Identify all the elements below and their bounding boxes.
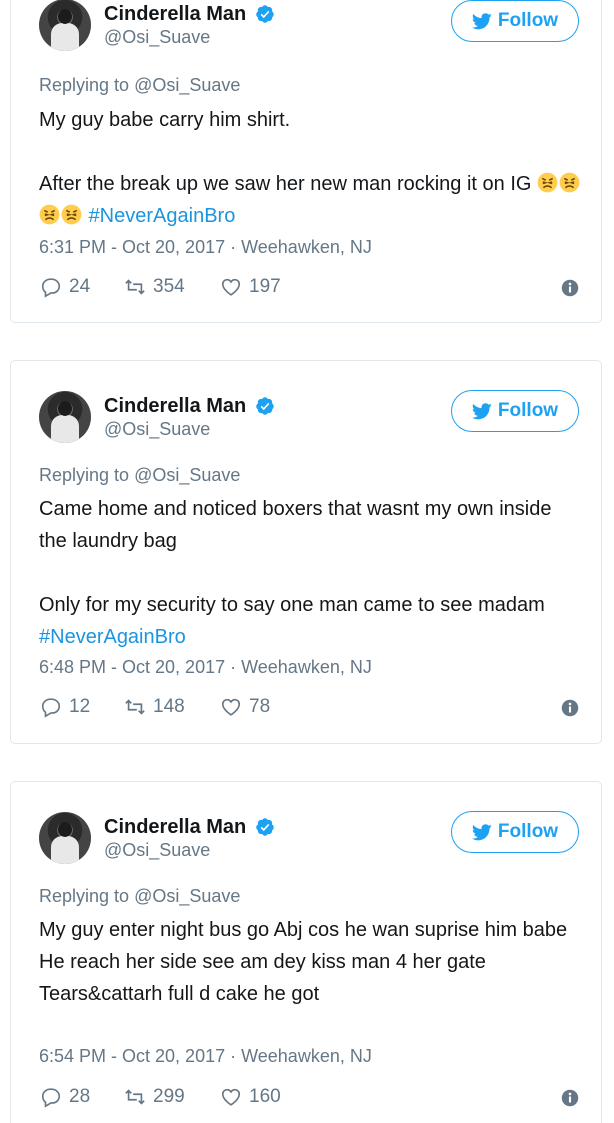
retweet-count: 299 bbox=[153, 1086, 185, 1107]
tweet-meta: 6:54 PM - Oct 20, 2017 · Weehawken, NJ bbox=[39, 1046, 372, 1066]
tweet-meta: 6:48 PM - Oct 20, 2017 · Weehawken, NJ bbox=[39, 657, 372, 677]
like-count: 78 bbox=[249, 696, 271, 717]
like-button[interactable]: 197 bbox=[219, 276, 281, 298]
tweet-text: My guy babe carry him shirt. After the b… bbox=[39, 104, 584, 232]
tweet-actions: 28 299 160 bbox=[39, 1086, 579, 1112]
twitter-bird-icon bbox=[471, 823, 492, 840]
reply-mention-link[interactable]: @Osi_Suave bbox=[134, 75, 240, 95]
reply-mention-link[interactable]: @Osi_Suave bbox=[134, 465, 240, 485]
tweet-actions: 12 148 78 bbox=[39, 696, 579, 722]
retweet-icon bbox=[125, 279, 145, 295]
tweet-actions: 24 354 197 bbox=[39, 276, 579, 302]
replying-to: Replying to @Osi_Suave bbox=[39, 75, 240, 96]
reply-icon bbox=[41, 698, 61, 718]
replying-to: Replying to @Osi_Suave bbox=[39, 465, 240, 486]
reply-count: 24 bbox=[69, 276, 91, 297]
author-name[interactable]: Cinderella Man bbox=[104, 394, 246, 418]
like-button[interactable]: 160 bbox=[219, 1086, 281, 1108]
timestamp-link[interactable]: 6:54 PM - Oct 20, 2017 bbox=[39, 1046, 225, 1066]
tweet-card: Cinderella Man @Osi_Suave Follow Replyin… bbox=[10, 0, 602, 323]
author-name[interactable]: Cinderella Man bbox=[104, 815, 246, 839]
info-icon[interactable] bbox=[561, 699, 579, 717]
location-link[interactable]: Weehawken, NJ bbox=[241, 1046, 372, 1066]
tweet-line: My guy enter night bus go Abj cos he wan… bbox=[39, 919, 568, 941]
hashtag-link[interactable]: #NeverAgainBro bbox=[39, 626, 186, 648]
like-button[interactable]: 78 bbox=[219, 696, 270, 718]
tweet-line: He reach her side see am dey kiss man 4 … bbox=[39, 951, 486, 973]
like-heart-icon bbox=[221, 698, 241, 716]
timestamp-link[interactable]: 6:48 PM - Oct 20, 2017 bbox=[39, 657, 225, 677]
verified-badge-icon bbox=[255, 818, 274, 836]
retweet-icon bbox=[125, 699, 145, 715]
reply-button[interactable]: 12 bbox=[39, 696, 90, 718]
info-icon[interactable] bbox=[561, 1089, 579, 1107]
retweet-button[interactable]: 148 bbox=[123, 696, 185, 718]
tweet-paragraph: Came home and noticed boxers that wasnt … bbox=[39, 498, 552, 552]
like-count: 160 bbox=[249, 1086, 281, 1107]
reply-icon bbox=[41, 278, 61, 298]
like-heart-icon bbox=[221, 1088, 241, 1106]
author-block[interactable]: Cinderella Man @Osi_Suave bbox=[104, 394, 275, 440]
author-block[interactable]: Cinderella Man @Osi_Suave bbox=[104, 2, 275, 48]
verified-badge-icon bbox=[255, 397, 274, 415]
follow-button[interactable]: Follow bbox=[451, 390, 579, 432]
avatar[interactable] bbox=[39, 391, 91, 443]
tweet-text: Came home and noticed boxers that wasnt … bbox=[39, 493, 584, 653]
tweet-meta: 6:31 PM - Oct 20, 2017 · Weehawken, NJ bbox=[39, 237, 372, 257]
follow-button[interactable]: Follow bbox=[451, 0, 579, 42]
retweet-count: 354 bbox=[153, 276, 185, 297]
reply-count: 28 bbox=[69, 1086, 91, 1107]
tweet-paragraph: Only for my security to say one man came… bbox=[39, 594, 545, 648]
avatar[interactable] bbox=[39, 812, 91, 864]
tweet-paragraph: My guy babe carry him shirt. bbox=[39, 109, 291, 131]
retweet-icon bbox=[125, 1089, 145, 1105]
replying-prefix: Replying to bbox=[39, 465, 130, 485]
follow-button[interactable]: Follow bbox=[451, 811, 579, 853]
reply-mention-link[interactable]: @Osi_Suave bbox=[134, 886, 240, 906]
author-handle[interactable]: @Osi_Suave bbox=[104, 418, 275, 440]
reply-count: 12 bbox=[69, 696, 91, 717]
tweet-header: Cinderella Man @Osi_Suave Follow bbox=[39, 0, 579, 55]
retweet-count: 148 bbox=[153, 696, 185, 717]
tweet-paragraph: After the break up we saw her new man ro… bbox=[39, 168, 584, 232]
author-name[interactable]: Cinderella Man bbox=[104, 2, 246, 26]
info-icon[interactable] bbox=[561, 279, 579, 297]
timestamp-link[interactable]: 6:31 PM - Oct 20, 2017 bbox=[39, 237, 225, 257]
author-block[interactable]: Cinderella Man @Osi_Suave bbox=[104, 815, 275, 861]
retweet-button[interactable]: 299 bbox=[123, 1086, 185, 1108]
tweet-line: Tears&cattarh full d cake he got bbox=[39, 983, 320, 1005]
location-link[interactable]: Weehawken, NJ bbox=[241, 657, 372, 677]
location-link[interactable]: Weehawken, NJ bbox=[241, 237, 372, 257]
tweet-card: Cinderella Man @Osi_Suave Follow Replyin… bbox=[10, 360, 602, 744]
tweet-header: Cinderella Man @Osi_Suave Follow bbox=[39, 390, 579, 447]
reply-icon bbox=[41, 1088, 61, 1108]
follow-label: Follow bbox=[497, 400, 559, 421]
twitter-bird-icon bbox=[471, 402, 492, 419]
tweet-card: Cinderella Man @Osi_Suave Follow Replyin… bbox=[10, 781, 602, 1123]
tweet-header: Cinderella Man @Osi_Suave Follow bbox=[39, 811, 579, 868]
reply-button[interactable]: 24 bbox=[39, 276, 90, 298]
tweet-text: My guy enter night bus go Abj cos he wan… bbox=[39, 914, 584, 1010]
author-handle[interactable]: @Osi_Suave bbox=[104, 839, 275, 861]
like-heart-icon bbox=[221, 278, 241, 296]
like-count: 197 bbox=[249, 276, 281, 297]
twitter-bird-icon bbox=[471, 12, 492, 29]
verified-badge-icon bbox=[255, 5, 274, 23]
author-handle[interactable]: @Osi_Suave bbox=[104, 26, 275, 48]
retweet-button[interactable]: 354 bbox=[123, 276, 185, 298]
follow-label: Follow bbox=[497, 10, 559, 31]
hashtag-link[interactable]: #NeverAgainBro bbox=[89, 205, 236, 227]
reply-button[interactable]: 28 bbox=[39, 1086, 90, 1108]
replying-to: Replying to @Osi_Suave bbox=[39, 886, 240, 907]
replying-prefix: Replying to bbox=[39, 886, 130, 906]
follow-label: Follow bbox=[497, 821, 559, 842]
avatar[interactable] bbox=[39, 0, 91, 51]
replying-prefix: Replying to bbox=[39, 75, 130, 95]
